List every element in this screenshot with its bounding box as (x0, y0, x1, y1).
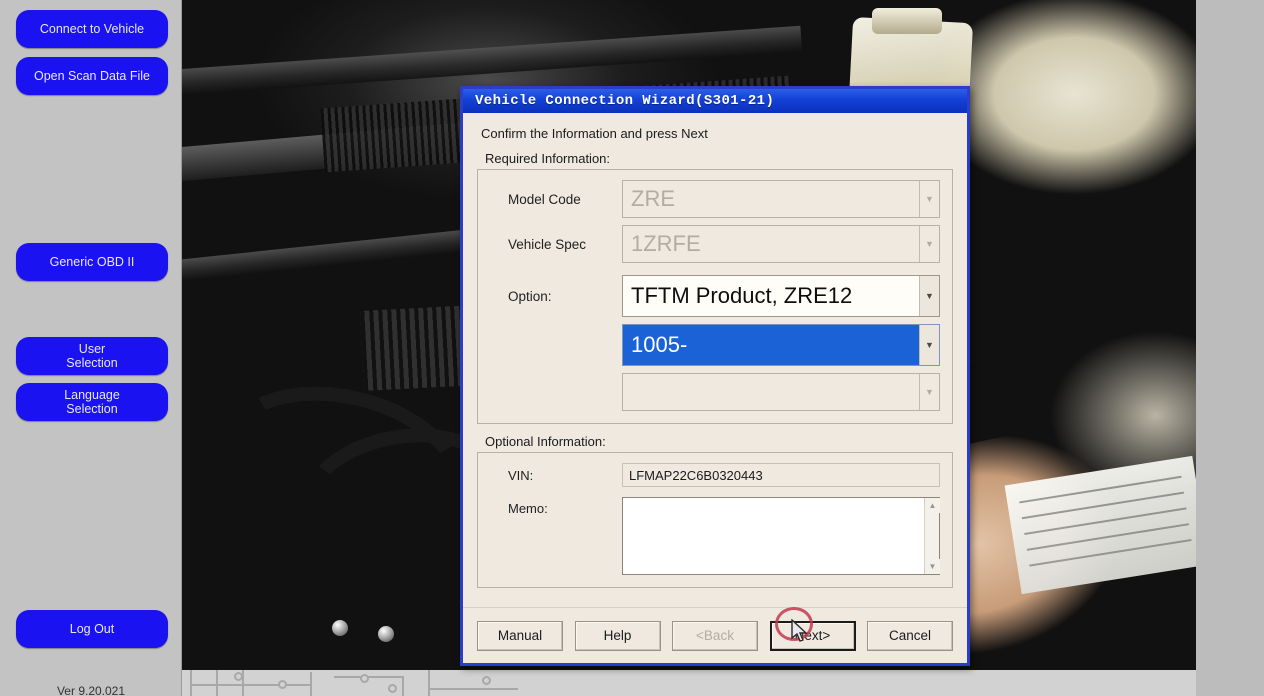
version-label: Ver 9.20.021 (56, 684, 126, 696)
vehicle-spec-label: Vehicle Spec (508, 236, 587, 252)
sidebar-item-language-selection[interactable]: Language Selection (16, 383, 168, 421)
sidebar-item-generic-obd-ii[interactable]: Generic OBD II (16, 243, 168, 281)
model-code-row: Model Code ZRE ▼ (490, 180, 940, 218)
sidebar-item-label-line2: Selection (66, 402, 118, 416)
dialog-title-bar: Vehicle Connection Wizard(S301-21) (463, 89, 967, 113)
sidebar-item-label-line1: User (78, 341, 106, 356)
chevron-down-icon[interactable]: ▼ (919, 276, 939, 316)
option-row-3: ▼ (490, 373, 940, 411)
back-button: <Back (672, 620, 758, 651)
option-combo-product[interactable]: TFTM Product, ZRE12 ▼ (622, 275, 940, 317)
option-combo-product-value: TFTM Product, ZRE12 (631, 283, 853, 308)
next-button[interactable]: Next> (769, 620, 856, 651)
model-code-label: Model Code (508, 191, 581, 207)
chevron-down-icon[interactable]: ▼ (919, 325, 939, 365)
dialog-hint-text: Confirm the Information and press Next (481, 126, 708, 141)
sidebar-item-label: Generic OBD II (49, 254, 135, 269)
chevron-down-icon[interactable]: ▼ (919, 226, 939, 262)
sidebar-item-label: Open Scan Data File (33, 68, 151, 83)
app-root: Connect to Vehicle Open Scan Data File G… (0, 0, 1264, 696)
right-gutter (1196, 0, 1264, 696)
chevron-down-icon[interactable]: ▼ (919, 374, 939, 410)
option-combo-date-value: 1005- (631, 332, 688, 357)
optional-information-label: Optional Information: (485, 434, 606, 449)
model-code-combo[interactable]: ZRE ▼ (622, 180, 940, 218)
cancel-button[interactable]: Cancel (867, 620, 953, 651)
vin-field[interactable]: LFMAP22C6B0320443 (622, 463, 940, 487)
sidebar-item-label: Connect to Vehicle (39, 21, 145, 36)
dialog-title: Vehicle Connection Wizard(S301-21) (475, 93, 775, 109)
dialog-body: Confirm the Information and press Next R… (463, 113, 967, 588)
model-code-value: ZRE (631, 186, 675, 211)
left-sidebar: Connect to Vehicle Open Scan Data File G… (0, 0, 182, 696)
memo-label: Memo: (508, 501, 548, 516)
sidebar-item-log-out[interactable]: Log Out (16, 610, 168, 648)
option-combo-extra[interactable]: ▼ (622, 373, 940, 411)
option-row-1: Option: TFTM Product, ZRE12 ▼ (490, 275, 940, 317)
vehicle-connection-wizard-dialog: Vehicle Connection Wizard(S301-21) Confi… (460, 86, 970, 666)
memo-textarea[interactable]: ▲ ▼ (622, 497, 940, 575)
help-button[interactable]: Help (574, 620, 661, 651)
dialog-button-bar: Manual Help <Back Next> Cancel (463, 607, 967, 663)
sidebar-item-label-line1: Language (64, 387, 120, 402)
sidebar-item-open-scan-data-file[interactable]: Open Scan Data File (16, 57, 168, 95)
vehicle-spec-combo[interactable]: 1ZRFE ▼ (622, 225, 940, 263)
memo-row: Memo: ▲ ▼ (490, 497, 940, 575)
sidebar-item-connect-to-vehicle[interactable]: Connect to Vehicle (16, 10, 168, 48)
option-row-2: 1005- ▼ (490, 324, 940, 366)
option-combo-date[interactable]: 1005- ▼ (622, 324, 940, 366)
chevron-down-icon[interactable]: ▼ (919, 181, 939, 217)
manual-button[interactable]: Manual (477, 620, 563, 651)
vin-row: VIN: LFMAP22C6B0320443 (490, 463, 940, 487)
vehicle-spec-row: Vehicle Spec 1ZRFE ▼ (490, 225, 940, 263)
required-information-group: Model Code ZRE ▼ Vehicle Spec 1ZRFE ▼ Op… (477, 169, 953, 424)
scroll-down-icon[interactable]: ▼ (925, 559, 940, 574)
sidebar-item-label-line2: Selection (66, 356, 118, 370)
scroll-up-icon[interactable]: ▲ (925, 498, 940, 513)
memo-scrollbar[interactable]: ▲ ▼ (924, 498, 940, 574)
optional-information-group: VIN: LFMAP22C6B0320443 Memo: ▲ ▼ (477, 452, 953, 588)
vin-label: VIN: (508, 467, 534, 483)
required-information-label: Required Information: (485, 151, 611, 166)
circuit-board-pattern (182, 670, 1196, 696)
vin-value: LFMAP22C6B0320443 (629, 467, 763, 483)
vehicle-spec-value: 1ZRFE (631, 231, 701, 256)
option-label: Option: (508, 288, 552, 304)
sidebar-item-user-selection[interactable]: User Selection (16, 337, 168, 375)
sidebar-item-label: Log Out (69, 621, 115, 636)
